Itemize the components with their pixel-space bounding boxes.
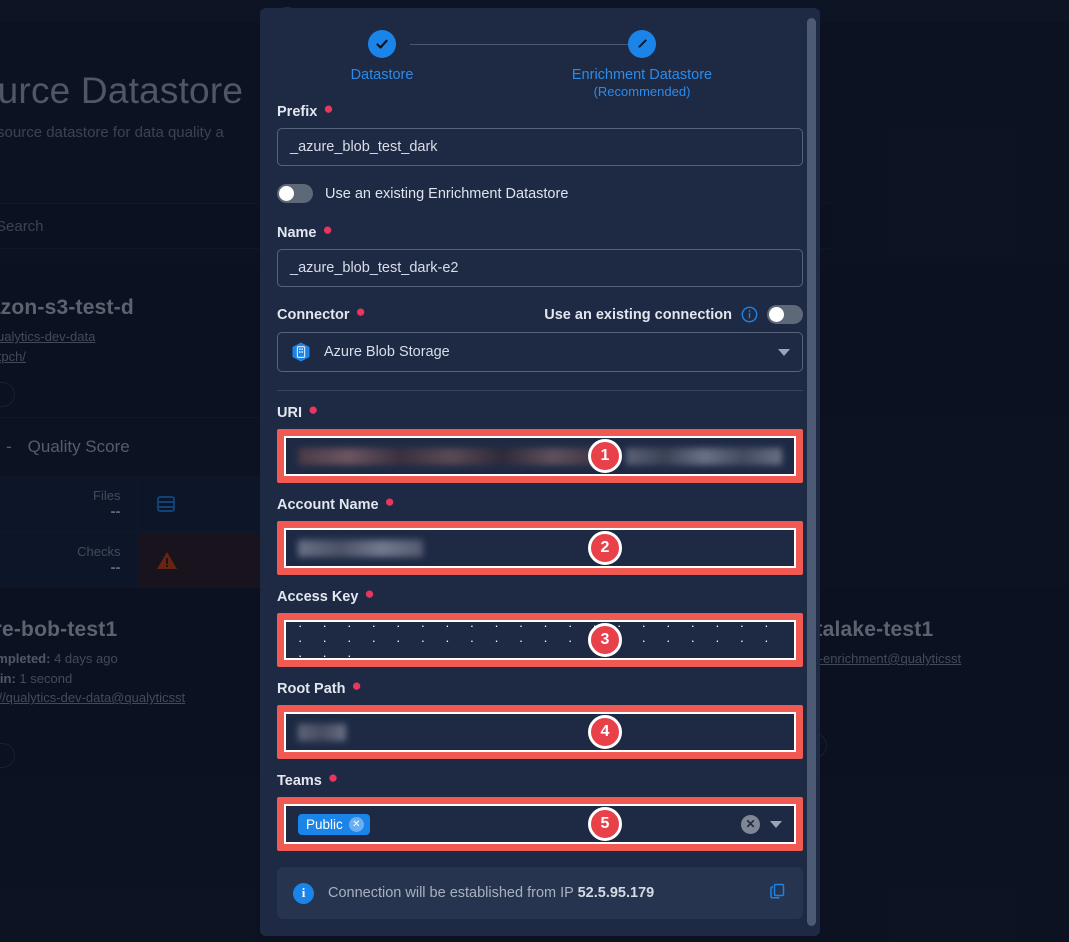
access-key-masked-value: · · · · · · · · · · · · · · · · · · · · … <box>298 617 777 663</box>
team-chip-label: Public <box>306 816 343 832</box>
use-existing-enrichment-row[interactable]: Use an existing Enrichment Datastore <box>277 184 803 203</box>
annotation-badge-4: 4 <box>588 715 622 749</box>
name-label: Name <box>277 225 317 241</box>
enrichment-datastore-modal: Datastore Enrichment Datastore (Recommen… <box>260 8 820 936</box>
teams-select[interactable]: Public ✕ ✕ <box>286 806 794 842</box>
prefix-label: Prefix <box>277 104 318 120</box>
access-key-label-row: Access Key ● <box>277 584 375 605</box>
wizard-stepper: Datastore Enrichment Datastore (Recommen… <box>277 8 803 104</box>
azure-blob-storage-icon <box>292 342 310 362</box>
prefix-value: _azure_blob_test_dark <box>290 139 438 155</box>
step-datastore[interactable]: Datastore <box>282 30 482 84</box>
step-datastore-label: Datastore <box>350 67 414 83</box>
use-existing-connection-row[interactable]: Use an existing connection <box>544 305 803 324</box>
access-key-label: Access Key <box>277 589 359 605</box>
access-key-input[interactable]: · · · · · · · · · · · · · · · · · · · · … <box>286 618 794 663</box>
section-divider <box>277 390 803 391</box>
uri-label: URI <box>277 405 302 421</box>
copy-icon[interactable] <box>769 882 787 905</box>
annotation-badge-5: 5 <box>588 807 622 841</box>
account-name-redacted-value <box>298 539 423 557</box>
info-icon: i <box>293 882 314 904</box>
account-name-label: Account Name <box>277 497 379 513</box>
step-enrichment-label: Enrichment Datastore <box>571 67 713 83</box>
name-input[interactable]: _azure_blob_test_dark-e2 <box>277 249 803 287</box>
uri-redacted-value-2 <box>625 447 782 465</box>
account-name-label-row: Account Name ● <box>277 492 395 513</box>
connector-select[interactable]: Azure Blob Storage <box>277 332 803 372</box>
prefix-label-row: Prefix ● <box>277 99 334 120</box>
use-existing-enrichment-toggle[interactable] <box>277 184 313 203</box>
name-value: _azure_blob_test_dark-e2 <box>290 260 459 276</box>
uri-label-row: URI ● <box>277 400 319 421</box>
root-path-highlight: 4 <box>277 705 803 759</box>
uri-highlight: 1 <box>277 429 803 483</box>
connector-selected-value: Azure Blob Storage <box>324 344 450 360</box>
account-name-input[interactable] <box>286 530 794 566</box>
name-label-row: Name ● <box>277 220 333 241</box>
connection-ip-info: i Connection will be established from IP… <box>277 867 803 919</box>
annotation-badge-3: 3 <box>588 623 622 657</box>
prefix-input[interactable]: _azure_blob_test_dark <box>277 128 803 166</box>
uri-redacted-value <box>298 447 604 465</box>
connector-header: Connector ● Use an existing connection <box>277 301 803 324</box>
pencil-icon <box>628 30 656 58</box>
modal-scrollbar[interactable] <box>807 18 816 926</box>
chevron-down-icon[interactable] <box>770 820 782 828</box>
root-path-label: Root Path <box>277 681 346 697</box>
connection-ip-value: 52.5.95.179 <box>577 885 655 901</box>
root-path-input[interactable] <box>286 714 794 750</box>
team-chip-public[interactable]: Public ✕ <box>298 813 370 835</box>
clear-icon[interactable]: ✕ <box>741 814 760 834</box>
teams-label-row: Teams ● <box>277 768 339 789</box>
root-path-label-row: Root Path ● <box>277 676 362 697</box>
access-key-highlight: · · · · · · · · · · · · · · · · · · · · … <box>277 613 803 667</box>
teams-label: Teams <box>277 773 322 789</box>
info-icon[interactable] <box>741 306 758 323</box>
step-enrichment-datastore[interactable]: Enrichment Datastore (Recommended) <box>542 30 742 99</box>
root-path-redacted-value <box>298 723 346 741</box>
account-name-highlight: 2 <box>277 521 803 575</box>
check-icon <box>368 30 396 58</box>
chevron-down-icon[interactable] <box>778 348 790 356</box>
connection-ip-text: Connection will be established from IP 5… <box>328 885 654 901</box>
connector-label: Connector <box>277 306 350 323</box>
remove-chip-icon[interactable]: ✕ <box>348 816 364 832</box>
screen: Source Datastore ct to a source datastor… <box>0 0 1069 942</box>
annotation-badge-1: 1 <box>588 439 622 473</box>
teams-highlight: Public ✕ ✕ 5 <box>277 797 803 851</box>
use-existing-connection-label: Use an existing connection <box>544 306 732 323</box>
annotation-badge-2: 2 <box>588 531 622 565</box>
connection-ip-prefix: Connection will be established from IP <box>328 885 574 901</box>
use-existing-connection-toggle[interactable] <box>767 305 803 324</box>
connector-label-row: Connector ● <box>277 301 366 323</box>
uri-input[interactable] <box>286 438 794 474</box>
use-existing-enrichment-label: Use an existing Enrichment Datastore <box>325 185 569 202</box>
step-enrichment-sub: (Recommended) <box>593 83 691 99</box>
